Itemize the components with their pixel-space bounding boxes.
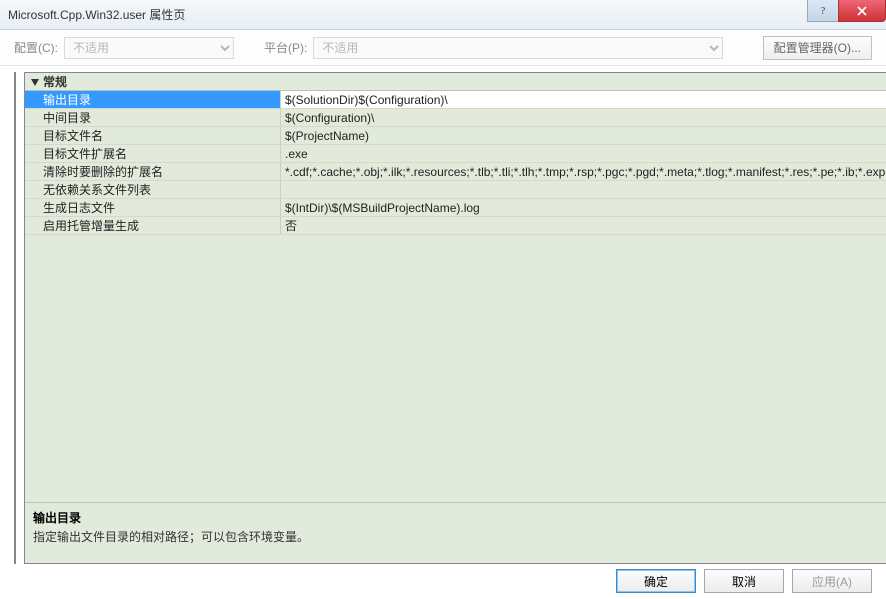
window-controls: ? xyxy=(808,0,886,22)
tree-node[interactable]: XML 文档生成器 xyxy=(15,277,16,297)
property-row[interactable]: 生成日志文件$(IntDir)\$(MSBuildProjectName).lo… xyxy=(25,199,886,217)
property-grid: 常规 输出目录$(SolutionDir)$(Configuration)\中间… xyxy=(25,73,886,502)
property-name: 启用托管增量生成 xyxy=(25,217,281,234)
property-row[interactable]: 中间目录$(Configuration)\ xyxy=(25,109,886,127)
group-header-label: 常规 xyxy=(43,73,67,90)
property-name: 中间目录 xyxy=(25,109,281,126)
close-icon xyxy=(857,6,867,16)
property-name: 目标文件名 xyxy=(25,127,281,144)
property-name: 输出目录 xyxy=(25,91,281,108)
tree-node[interactable]: 生成事件 xyxy=(15,317,16,337)
tree-node[interactable]: MIDL xyxy=(15,257,16,277)
ok-button[interactable]: 确定 xyxy=(616,569,696,593)
property-name: 无依赖关系文件列表 xyxy=(25,181,281,198)
collapse-icon xyxy=(29,76,41,88)
property-panel: 常规 输出目录$(SolutionDir)$(Configuration)\中间… xyxy=(24,72,886,564)
property-row[interactable]: 无依赖关系文件列表 xyxy=(25,181,886,199)
property-value[interactable]: 否 xyxy=(281,217,886,234)
tree-node[interactable]: 浏览信息 xyxy=(15,297,16,317)
tree-node[interactable]: 自定义生成步骤 xyxy=(15,337,16,357)
tree-node[interactable]: 清单工具 xyxy=(15,197,16,217)
description-title: 输出目录 xyxy=(33,509,886,526)
tree-node[interactable]: XML 数据生成器工具 xyxy=(15,397,16,417)
navigation-tree[interactable]: 通用属性常规用户宏VC++ 目录C/C++链接器清单工具库管理器资源MIDLXM… xyxy=(14,72,16,564)
config-manager-button[interactable]: 配置管理器(O)... xyxy=(763,36,872,60)
grid-empty-area xyxy=(25,235,886,502)
property-name: 清除时要删除的扩展名 xyxy=(25,163,281,180)
property-value[interactable] xyxy=(281,181,886,198)
description-body: 指定输出文件目录的相对路径；可以包含环境变量。 xyxy=(33,528,886,545)
property-rows: 输出目录$(SolutionDir)$(Configuration)\中间目录$… xyxy=(25,91,886,235)
tree-node[interactable]: 库管理器 xyxy=(15,217,16,237)
help-icon: ? xyxy=(818,6,828,16)
property-value[interactable]: $(Configuration)\ xyxy=(281,109,886,126)
property-row[interactable]: 输出目录$(SolutionDir)$(Configuration)\ xyxy=(25,91,886,109)
dialog-footer: 确定 取消 应用(A) xyxy=(0,564,886,598)
property-value[interactable]: $(IntDir)\$(MSBuildProjectName).log xyxy=(281,199,886,216)
close-button[interactable] xyxy=(838,0,886,22)
property-value[interactable]: $(ProjectName) xyxy=(281,127,886,144)
property-row[interactable]: 清除时要删除的扩展名*.cdf;*.cache;*.obj;*.ilk;*.re… xyxy=(25,163,886,181)
property-value[interactable]: *.cdf;*.cache;*.obj;*.ilk;*.resources;*.… xyxy=(281,163,886,180)
tree-node[interactable]: 常规 xyxy=(15,97,16,117)
apply-button[interactable]: 应用(A) xyxy=(792,569,872,593)
tree-node[interactable]: 代码分析 xyxy=(15,417,16,437)
platform-select[interactable]: 不适用 xyxy=(313,37,723,59)
svg-text:?: ? xyxy=(821,6,826,16)
platform-label: 平台(P): xyxy=(264,39,307,56)
tree-node[interactable]: 用户宏 xyxy=(15,117,16,137)
config-label: 配置(C): xyxy=(14,39,58,56)
tree-node[interactable]: 资源 xyxy=(15,237,16,257)
tree-node[interactable]: VC++ 目录 xyxy=(15,137,16,157)
tree-node[interactable]: 链接器 xyxy=(15,177,16,197)
tree-node[interactable]: 通用属性 xyxy=(15,77,16,97)
group-header[interactable]: 常规 xyxy=(25,73,886,91)
title-bar: Microsoft.Cpp.Win32.user 属性页 ? xyxy=(0,0,886,30)
cancel-button[interactable]: 取消 xyxy=(704,569,784,593)
property-name: 目标文件扩展名 xyxy=(25,145,281,162)
help-button[interactable]: ? xyxy=(807,0,839,22)
tree-node[interactable]: C/C++ xyxy=(15,157,16,177)
property-row[interactable]: 目标文件名$(ProjectName) xyxy=(25,127,886,145)
property-name: 生成日志文件 xyxy=(25,199,281,216)
property-row[interactable]: 目标文件扩展名.exe xyxy=(25,145,886,163)
description-panel: 输出目录 指定输出文件目录的相对路径；可以包含环境变量。 xyxy=(25,502,886,563)
config-toolbar: 配置(C): 不适用 平台(P): 不适用 配置管理器(O)... xyxy=(0,30,886,66)
tree-node[interactable]: 自定义生成工具 xyxy=(15,377,16,397)
config-select[interactable]: 不适用 xyxy=(64,37,234,59)
tree-node[interactable]: HLSL 编译器 xyxy=(15,437,16,457)
property-row[interactable]: 启用托管增量生成否 xyxy=(25,217,886,235)
tree-node[interactable]: 托管资源 xyxy=(15,357,16,377)
window-title: Microsoft.Cpp.Win32.user 属性页 xyxy=(8,6,185,23)
property-value[interactable]: $(SolutionDir)$(Configuration)\ xyxy=(281,91,886,108)
property-value[interactable]: .exe xyxy=(281,145,886,162)
